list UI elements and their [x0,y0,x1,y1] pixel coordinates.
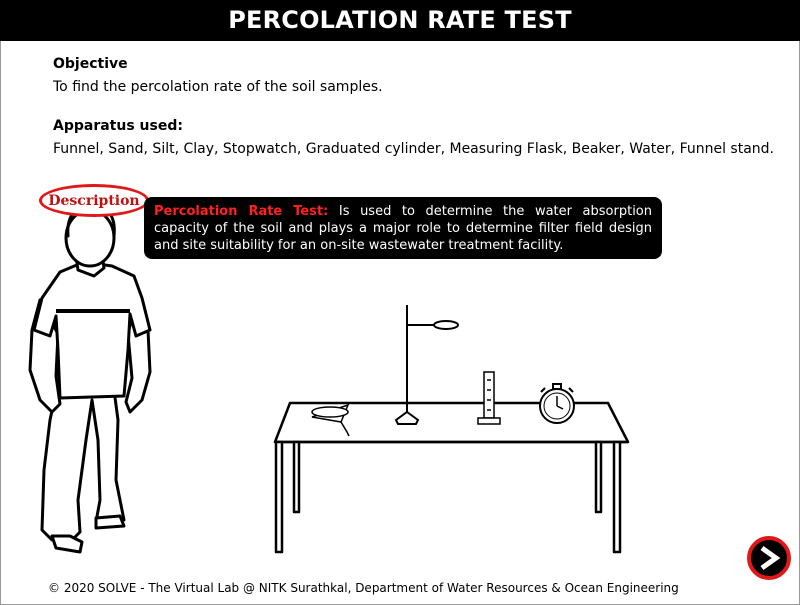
stopwatch [539,383,575,424]
person-left-shoe [50,534,84,554]
chevron-right-icon [760,545,781,571]
lab-table [273,401,630,554]
table-leg-back-left [292,440,301,514]
description-tooltip: Percolation Rate Test: Is used to determ… [144,197,662,259]
table-leg-back-right [594,440,603,514]
tooltip-term: Percolation Rate Test: [154,204,329,219]
person-figure [28,204,152,554]
description-button-label: Description [48,192,140,209]
footer-copyright: © 2020 SOLVE - The Virtual Lab @ NITK Su… [48,581,679,595]
description-button[interactable]: Description [39,184,149,217]
next-button[interactable] [747,536,791,580]
table-leg-front-right [612,440,622,554]
table-leg-front-left [274,440,284,554]
lab-scene [28,204,630,554]
person-right-shoe [94,514,126,530]
person-head [64,208,116,268]
